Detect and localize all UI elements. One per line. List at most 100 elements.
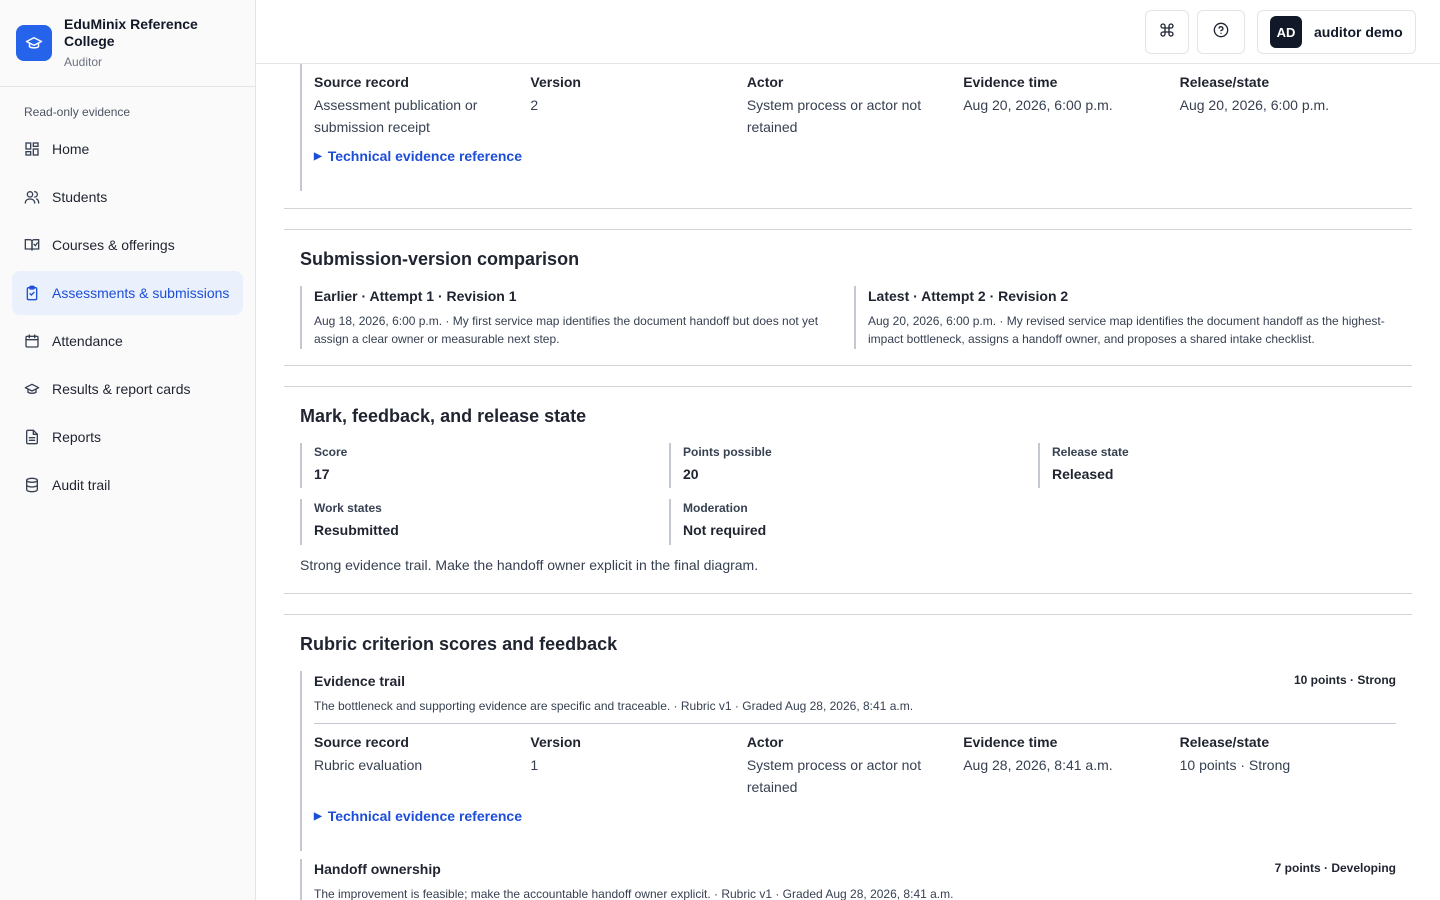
sidebar-nav: Home Students Courses & offerings Assess…: [0, 127, 255, 507]
release-rule: [1038, 443, 1040, 488]
user-role: Auditor: [64, 55, 103, 69]
release-state-value: Aug 20, 2026, 6:00 p.m.: [1179, 97, 1330, 113]
technical-evidence-toggle[interactable]: ▶ Technical evidence reference: [314, 808, 522, 824]
points-label: Points possible: [683, 445, 772, 459]
version-label: Version: [530, 734, 581, 750]
criterion-description: The improvement is feasible; make the ac…: [314, 887, 954, 900]
calendar-icon: [24, 333, 40, 349]
sidebar-item-label: Students: [52, 189, 108, 205]
clipboard-check-icon: [24, 285, 40, 301]
moderation-rule: [669, 499, 671, 545]
evidence-rule: [300, 64, 302, 191]
graduation-cap-icon: [24, 381, 40, 397]
sidebar-item-label: Courses & offerings: [52, 237, 175, 253]
rubric-card: Rubric criterion scores and feedback Evi…: [284, 614, 1412, 900]
criterion-score: 7 points · Developing: [1274, 861, 1396, 875]
source-record-label: Source record: [314, 734, 409, 750]
database-icon: [24, 477, 40, 493]
user-name: auditor demo: [1314, 24, 1403, 40]
release-label: Release state: [1052, 445, 1129, 459]
command-icon: [1159, 22, 1175, 43]
evidence-time-label: Evidence time: [963, 74, 1058, 90]
sidebar-item-courses[interactable]: Courses & offerings: [12, 223, 243, 267]
version-value: 2: [530, 97, 539, 113]
evidence-grid: Source record Assessment publication or s…: [314, 72, 1396, 138]
score-label: Score: [314, 445, 348, 459]
sidebar-item-label: Results & report cards: [52, 381, 191, 397]
sidebar-item-audit-trail[interactable]: Audit trail: [12, 463, 243, 507]
criterion-rule: [300, 859, 302, 900]
release-value: Released: [1052, 466, 1114, 482]
evidence-grid: Source record Rubric evaluation Version 1 …: [314, 732, 1396, 798]
points-rule: [669, 443, 671, 488]
sidebar-item-home[interactable]: Home: [12, 127, 243, 171]
graduation-cap-logo-icon: [16, 25, 52, 61]
help-circle-icon: [1213, 22, 1229, 43]
criterion-name: Evidence trail: [314, 673, 406, 689]
criterion-name: Handoff ownership: [314, 861, 441, 877]
avatar: AD: [1270, 16, 1302, 48]
help-button[interactable]: [1197, 10, 1245, 54]
command-palette-button[interactable]: [1145, 10, 1189, 54]
sidebar-item-label: Assessments & submissions: [52, 285, 230, 301]
sidebar-item-label: Audit trail: [52, 477, 111, 493]
user-menu-button[interactable]: AD auditor demo: [1257, 10, 1416, 54]
moderation-label: Moderation: [683, 501, 748, 515]
work-value: Resubmitted: [314, 522, 399, 538]
score-rule: [300, 443, 302, 488]
sidebar-item-results[interactable]: Results & report cards: [12, 367, 243, 411]
moderation-field: Moderation Not required: [683, 501, 766, 538]
points-field: Points possible 20: [683, 445, 772, 482]
file-text-icon: [24, 429, 40, 445]
section-title: Rubric criterion scores and feedback: [300, 634, 618, 654]
technical-evidence-label: Technical evidence reference: [327, 148, 522, 164]
sidebar: EduMinix Reference College Auditor Read-…: [0, 0, 256, 900]
feedback-text: Strong evidence trail. Make the handoff …: [300, 557, 759, 573]
actor-label: Actor: [746, 74, 784, 90]
release-field: Release state Released: [1052, 445, 1129, 482]
work-label: Work states: [314, 501, 382, 515]
latest-rule: [854, 286, 856, 349]
actor-value: System process or actor not retained: [746, 97, 922, 135]
sidebar-item-students[interactable]: Students: [12, 175, 243, 219]
work-field: Work states Resubmitted: [314, 501, 399, 538]
technical-evidence-toggle[interactable]: ▶ Technical evidence reference: [314, 148, 522, 164]
section-title: Mark, feedback, and release state: [300, 406, 587, 426]
sidebar-item-label: Reports: [52, 429, 102, 445]
actor-label: Actor: [746, 734, 784, 750]
source-record-label: Source record: [314, 74, 409, 90]
version-value: 1: [530, 757, 539, 773]
latest-version: Latest · Attempt 2 · Revision 2 Aug 20, …: [868, 288, 1396, 348]
top-header: AD auditor demo: [256, 0, 1440, 64]
release-state-label: Release/state: [1179, 74, 1270, 90]
submission-comparison-card: Submission-version comparison Earlier · …: [284, 229, 1412, 366]
sidebar-item-label: Home: [52, 141, 90, 157]
publication-evidence-card: Source record Assessment publication or s…: [284, 64, 1412, 209]
dashboard-icon: [24, 141, 40, 157]
evidence-time-label: Evidence time: [963, 734, 1058, 750]
source-record-value: Assessment publication or submission rec…: [314, 97, 478, 135]
triangle-right-icon: ▶: [314, 810, 322, 822]
criterion-rule: [300, 671, 302, 851]
book-check-icon: [24, 237, 40, 253]
sidebar-item-attendance[interactable]: Attendance: [12, 319, 243, 363]
mark-release-card: Mark, feedback, and release state Score …: [284, 386, 1412, 594]
triangle-right-icon: ▶: [314, 150, 322, 162]
work-rule: [300, 499, 302, 545]
sidebar-item-reports[interactable]: Reports: [12, 415, 243, 459]
latest-version-title: Latest · Attempt 2 · Revision 2: [868, 288, 1069, 304]
sidebar-item-assessments[interactable]: Assessments & submissions: [12, 271, 243, 315]
sidebar-item-label: Attendance: [52, 333, 123, 349]
source-record-value: Rubric evaluation: [314, 757, 423, 773]
users-icon: [24, 189, 40, 205]
nav-heading: Read-only evidence: [24, 105, 131, 119]
earlier-rule: [300, 286, 302, 349]
earlier-version: Earlier · Attempt 1 · Revision 1 Aug 18,…: [314, 288, 834, 348]
technical-evidence-label: Technical evidence reference: [327, 808, 522, 824]
score-field: Score 17: [314, 445, 347, 482]
earlier-version-text: Aug 18, 2026, 6:00 p.m. · My first servi…: [314, 314, 819, 346]
criterion-description: The bottleneck and supporting evidence a…: [314, 699, 914, 713]
evidence-time-value: Aug 28, 2026, 8:41 a.m.: [963, 757, 1113, 773]
version-label: Version: [530, 74, 581, 90]
release-state-label: Release/state: [1179, 734, 1270, 750]
